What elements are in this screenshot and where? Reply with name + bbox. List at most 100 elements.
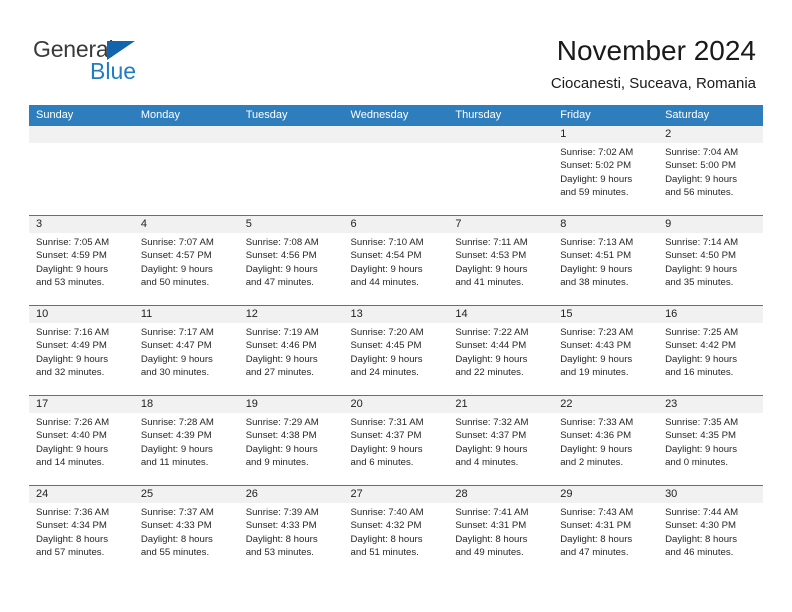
sunrise-text: Sunrise: 7:20 AM <box>350 327 424 338</box>
day-cell[interactable]: 26 Sunrise: 7:39 AM Sunset: 4:33 PM Dayl… <box>238 486 344 575</box>
day-details: Sunrise: 7:13 AM Sunset: 4:51 PM Dayligh… <box>553 233 658 290</box>
day-cell[interactable]: 19 Sunrise: 7:29 AM Sunset: 4:38 PM Dayl… <box>238 396 344 485</box>
daylight-text-line2: and 49 minutes. <box>455 547 524 559</box>
day-number <box>29 126 134 143</box>
daylight-text-line2: and 51 minutes. <box>350 547 419 559</box>
daylight-text-line1: Daylight: 8 hours <box>560 533 633 545</box>
daylight-text-line2: and 16 minutes. <box>665 367 734 379</box>
day-cell[interactable]: 7 Sunrise: 7:11 AM Sunset: 4:53 PM Dayli… <box>448 216 554 305</box>
day-cell[interactable]: 28 Sunrise: 7:41 AM Sunset: 4:31 PM Dayl… <box>448 486 554 575</box>
sunset-text: Sunset: 4:44 PM <box>455 340 527 352</box>
day-details: Sunrise: 7:14 AM Sunset: 4:50 PM Dayligh… <box>658 233 763 290</box>
day-cell[interactable]: 5 Sunrise: 7:08 AM Sunset: 4:56 PM Dayli… <box>238 216 344 305</box>
daylight-text-line1: Daylight: 8 hours <box>140 533 213 545</box>
day-cell[interactable] <box>448 126 554 215</box>
day-cell[interactable]: 24 Sunrise: 7:36 AM Sunset: 4:34 PM Dayl… <box>29 486 134 575</box>
daylight-text-line2: and 27 minutes. <box>245 367 314 379</box>
daylight-text-line1: Daylight: 9 hours <box>455 443 528 455</box>
day-cell[interactable]: 3 Sunrise: 7:05 AM Sunset: 4:59 PM Dayli… <box>29 216 134 305</box>
daylight-text-line1: Daylight: 8 hours <box>350 533 423 545</box>
day-cell[interactable]: 4 Sunrise: 7:07 AM Sunset: 4:57 PM Dayli… <box>133 216 239 305</box>
sunset-text: Sunset: 4:49 PM <box>36 340 107 352</box>
week-row: 17 Sunrise: 7:26 AM Sunset: 4:40 PM Dayl… <box>29 395 763 485</box>
day-cell[interactable]: 23 Sunrise: 7:35 AM Sunset: 4:35 PM Dayl… <box>658 396 763 485</box>
daylight-text-line2: and 55 minutes. <box>140 547 210 559</box>
daylight-text-line1: Daylight: 9 hours <box>455 353 528 365</box>
day-cell[interactable]: 30 Sunrise: 7:44 AM Sunset: 4:30 PM Dayl… <box>658 486 763 575</box>
day-number: 8 <box>553 216 659 233</box>
day-number <box>133 126 239 143</box>
sunset-text: Sunset: 4:43 PM <box>560 340 632 352</box>
daylight-text-line2: and 57 minutes. <box>36 547 105 559</box>
daylight-text-line2: and 24 minutes. <box>350 367 419 379</box>
day-cell[interactable] <box>343 126 449 215</box>
day-cell[interactable]: 22 Sunrise: 7:33 AM Sunset: 4:36 PM Dayl… <box>553 396 659 485</box>
day-details: Sunrise: 7:25 AM Sunset: 4:42 PM Dayligh… <box>658 323 763 380</box>
day-number: 16 <box>658 306 763 323</box>
sunrise-text: Sunrise: 7:26 AM <box>36 417 110 428</box>
day-number <box>343 126 449 143</box>
sunrise-text: Sunrise: 7:29 AM <box>245 417 319 428</box>
day-cell[interactable]: 2 Sunrise: 7:04 AM Sunset: 5:00 PM Dayli… <box>658 126 763 215</box>
sunset-text: Sunset: 4:54 PM <box>350 250 422 262</box>
day-cell[interactable]: 29 Sunrise: 7:43 AM Sunset: 4:31 PM Dayl… <box>553 486 659 575</box>
day-number: 1 <box>553 126 659 143</box>
daylight-text-line2: and 53 minutes. <box>245 547 314 559</box>
day-number: 21 <box>448 396 554 413</box>
daylight-text-line2: and 32 minutes. <box>36 367 105 379</box>
daylight-text-line1: Daylight: 9 hours <box>665 173 738 185</box>
day-cell[interactable]: 10 Sunrise: 7:16 AM Sunset: 4:49 PM Dayl… <box>29 306 134 395</box>
day-cell[interactable]: 9 Sunrise: 7:14 AM Sunset: 4:50 PM Dayli… <box>658 216 763 305</box>
daylight-text-line2: and 6 minutes. <box>350 457 414 469</box>
daylight-text-line2: and 0 minutes. <box>665 457 728 469</box>
day-details: Sunrise: 7:02 AM Sunset: 5:02 PM Dayligh… <box>553 143 658 200</box>
weekday-sunday: Sunday <box>36 109 74 121</box>
day-cell[interactable] <box>29 126 134 215</box>
day-cell[interactable]: 6 Sunrise: 7:10 AM Sunset: 4:54 PM Dayli… <box>343 216 449 305</box>
daylight-text-line1: Daylight: 8 hours <box>245 533 318 545</box>
day-cell[interactable]: 20 Sunrise: 7:31 AM Sunset: 4:37 PM Dayl… <box>343 396 449 485</box>
day-cell[interactable]: 17 Sunrise: 7:26 AM Sunset: 4:40 PM Dayl… <box>29 396 134 485</box>
sunrise-text: Sunrise: 7:10 AM <box>350 237 424 248</box>
daylight-text-line1: Daylight: 9 hours <box>36 263 108 275</box>
day-cell[interactable]: 11 Sunrise: 7:17 AM Sunset: 4:47 PM Dayl… <box>133 306 239 395</box>
daylight-text-line1: Daylight: 9 hours <box>36 443 108 455</box>
daylight-text-line1: Daylight: 9 hours <box>560 443 633 455</box>
day-cell[interactable]: 13 Sunrise: 7:20 AM Sunset: 4:45 PM Dayl… <box>343 306 449 395</box>
sunrise-text: Sunrise: 7:36 AM <box>36 507 110 518</box>
week-row: 24 Sunrise: 7:36 AM Sunset: 4:34 PM Dayl… <box>29 485 763 575</box>
sunrise-text: Sunrise: 7:44 AM <box>665 507 739 518</box>
day-cell[interactable]: 14 Sunrise: 7:22 AM Sunset: 4:44 PM Dayl… <box>448 306 554 395</box>
day-cell[interactable] <box>133 126 239 215</box>
day-cell[interactable]: 25 Sunrise: 7:37 AM Sunset: 4:33 PM Dayl… <box>133 486 239 575</box>
day-cell[interactable]: 8 Sunrise: 7:13 AM Sunset: 4:51 PM Dayli… <box>553 216 659 305</box>
day-number: 7 <box>448 216 554 233</box>
sunrise-text: Sunrise: 7:25 AM <box>665 327 739 338</box>
day-cell[interactable]: 15 Sunrise: 7:23 AM Sunset: 4:43 PM Dayl… <box>553 306 659 395</box>
day-cell[interactable]: 21 Sunrise: 7:32 AM Sunset: 4:37 PM Dayl… <box>448 396 554 485</box>
daylight-text-line2: and 14 minutes. <box>36 457 105 469</box>
sunset-text: Sunset: 4:31 PM <box>560 520 632 532</box>
day-cell[interactable]: 16 Sunrise: 7:25 AM Sunset: 4:42 PM Dayl… <box>658 306 763 395</box>
day-number: 10 <box>29 306 134 323</box>
sunrise-text: Sunrise: 7:40 AM <box>350 507 424 518</box>
day-cell[interactable]: 27 Sunrise: 7:40 AM Sunset: 4:32 PM Dayl… <box>343 486 449 575</box>
day-cell[interactable]: 12 Sunrise: 7:19 AM Sunset: 4:46 PM Dayl… <box>238 306 344 395</box>
sunset-text: Sunset: 5:00 PM <box>665 160 736 172</box>
sunrise-text: Sunrise: 7:28 AM <box>140 417 214 428</box>
daylight-text-line1: Daylight: 8 hours <box>36 533 108 545</box>
day-cell[interactable] <box>238 126 344 215</box>
day-details: Sunrise: 7:39 AM Sunset: 4:33 PM Dayligh… <box>239 503 344 560</box>
sunrise-text: Sunrise: 7:32 AM <box>455 417 529 428</box>
day-cell[interactable]: 18 Sunrise: 7:28 AM Sunset: 4:39 PM Dayl… <box>133 396 239 485</box>
day-number <box>238 126 344 143</box>
day-number: 26 <box>238 486 344 503</box>
daylight-text-line2: and 19 minutes. <box>560 367 629 379</box>
daylight-text-line2: and 47 minutes. <box>560 547 629 559</box>
day-cell[interactable]: 1 Sunrise: 7:02 AM Sunset: 5:02 PM Dayli… <box>553 126 659 215</box>
day-number: 18 <box>133 396 239 413</box>
general-blue-logo[interactable]: General Blue <box>33 36 233 88</box>
day-details: Sunrise: 7:10 AM Sunset: 4:54 PM Dayligh… <box>344 233 449 290</box>
day-number <box>448 126 554 143</box>
day-details: Sunrise: 7:07 AM Sunset: 4:57 PM Dayligh… <box>134 233 239 290</box>
